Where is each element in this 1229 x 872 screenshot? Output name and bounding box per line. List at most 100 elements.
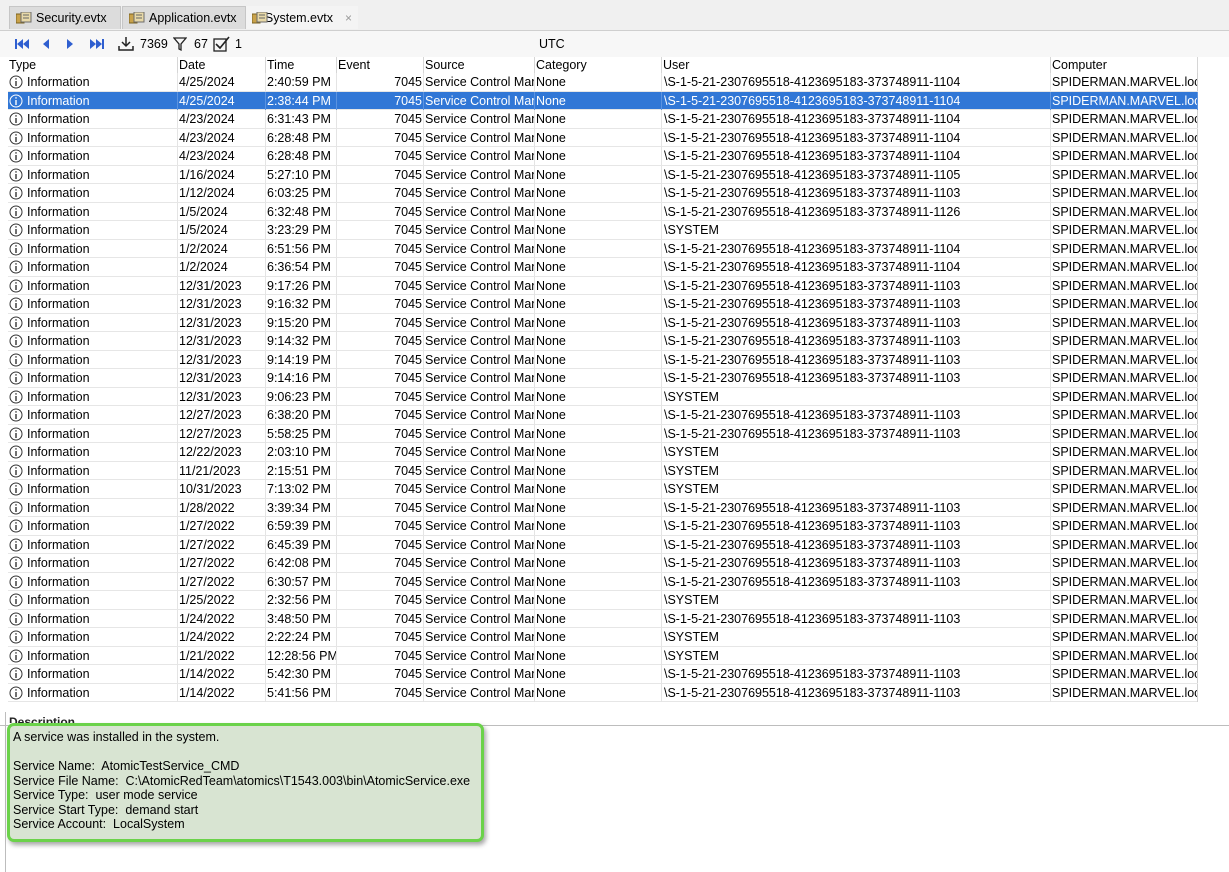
table-row[interactable]: Information 12/31/2023 9:14:19 PM 7045 Servi… (8, 350, 1198, 369)
table-row[interactable]: Information 1/5/2024 6:32:48 PM 7045 Service… (8, 202, 1198, 221)
cell-category: None (535, 461, 662, 480)
table-row[interactable]: Information 4/25/2024 2:38:44 PM 7045 Servic… (8, 91, 1198, 110)
table-row[interactable]: Information 4/23/2024 6:28:48 PM 7045 Servic… (8, 128, 1198, 147)
cell-time: 12:28:56 PM (267, 646, 337, 665)
column-header-date[interactable]: Date (178, 57, 266, 73)
table-row[interactable]: Information 1/12/2024 6:03:25 PM 7045 Servic… (8, 184, 1198, 203)
close-tab-icon[interactable]: × (345, 11, 352, 25)
cell-computer: SPIDERMAN.MARVEL.local (1052, 239, 1198, 258)
cell-event: 7045 (337, 165, 424, 184)
table-row[interactable]: Information 4/23/2024 6:31:43 PM 7045 Servic… (8, 110, 1198, 129)
cell-category: None (535, 498, 662, 517)
filter-button[interactable] (173, 35, 187, 53)
cell-date: 1/12/2024 (178, 184, 266, 202)
column-header-user[interactable]: User (662, 57, 1051, 73)
cell-date: 12/31/2023 (178, 313, 266, 332)
last-record-button[interactable] (88, 35, 106, 53)
column-header-time[interactable]: Time (266, 57, 337, 73)
cell-event: 7045 (337, 665, 424, 683)
table-row[interactable]: Information 1/27/2022 6:59:39 PM 7045 Servic… (8, 517, 1198, 536)
table-row[interactable]: Information 4/25/2024 2:40:59 PM 7045 Servic… (8, 73, 1198, 92)
table-row[interactable]: Information 12/31/2023 9:14:32 PM 7045 Servi… (8, 332, 1198, 351)
cell-computer: SPIDERMAN.MARVEL.local (1052, 110, 1198, 128)
table-row[interactable]: Information 12/31/2023 9:06:23 PM 7045 Servi… (8, 387, 1198, 406)
cell-category: None (535, 369, 662, 387)
download-icon (118, 37, 134, 51)
previous-record-button[interactable] (40, 35, 52, 53)
tab-application[interactable]: Application.evtx (122, 6, 246, 29)
description-text: A service was installed in the system. Se… (7, 723, 484, 842)
cell-category: None (535, 554, 662, 572)
event-log-icon (252, 11, 268, 24)
cell-computer: SPIDERMAN.MARVEL.local (1052, 387, 1198, 406)
table-row[interactable]: Information 4/23/2024 6:28:48 PM 7045 Servic… (8, 147, 1198, 166)
table-row[interactable]: Information 1/24/2022 3:48:50 PM 7045 Servic… (8, 609, 1198, 628)
cell-event: 7045 (337, 443, 424, 461)
table-row[interactable]: Information 1/27/2022 6:45:39 PM 7045 Servic… (8, 535, 1198, 554)
cell-category: None (535, 239, 662, 258)
tab-system[interactable]: System.evtx × (246, 6, 358, 29)
cell-date: 1/5/2024 (178, 202, 266, 221)
checked-button[interactable] (213, 35, 231, 53)
table-row[interactable]: Information 1/2/2024 6:51:56 PM 7045 Service… (8, 239, 1198, 258)
tab-bar: Security.evtx Application.evtx System.ev… (0, 0, 1229, 31)
cell-time: 9:15:20 PM (266, 313, 337, 332)
cell-event: 7045 (337, 313, 424, 332)
column-header-computer[interactable]: Computer (1051, 57, 1198, 73)
table-row[interactable]: Information 1/27/2022 6:42:08 PM 7045 Servic… (8, 554, 1198, 573)
table-row[interactable]: Information 12/31/2023 9:16:32 PM 7045 Servi… (8, 295, 1198, 314)
cell-time: 9:17:26 PM (266, 276, 337, 295)
table-row[interactable]: Information 12/22/2023 2:03:10 PM 7045 Servi… (8, 443, 1198, 462)
cell-category: None (535, 609, 662, 628)
description-line: Service Name: AtomicTestService_CMD (13, 759, 240, 773)
column-header-category[interactable]: Category (535, 57, 662, 73)
column-header-event[interactable]: Event (337, 57, 424, 73)
table-row[interactable]: Information 12/27/2023 5:58:25 PM 7045 Servi… (8, 424, 1198, 443)
table-row[interactable]: Information 10/31/2023 7:13:02 PM 7045 Servi… (8, 480, 1198, 499)
cell-type: Information (8, 350, 178, 369)
table-row[interactable]: Information 12/31/2023 9:14:16 PM 7045 Servi… (8, 369, 1198, 388)
cell-source: Service Control Mana (425, 276, 535, 295)
table-row[interactable]: Information 12/31/2023 9:15:20 PM 7045 Servi… (8, 313, 1198, 332)
table-row[interactable]: Information 1/21/2022 12:28:56 PM 7045 Servi… (8, 646, 1198, 665)
table-row[interactable]: Information 1/28/2022 3:39:34 PM 7045 Servic… (8, 498, 1198, 517)
table-row[interactable]: Information 12/31/2023 9:17:26 PM 7045 Servi… (8, 276, 1198, 295)
cell-time: 6:28:48 PM (266, 128, 337, 147)
cell-category: None (535, 147, 662, 165)
cell-computer: SPIDERMAN.MARVEL.local (1052, 609, 1198, 628)
cell-time: 6:28:48 PM (266, 147, 337, 165)
cell-event: 7045 (337, 683, 424, 702)
cell-category: None (535, 313, 662, 332)
table-row[interactable]: Information 1/25/2022 2:32:56 PM 7045 Servic… (8, 591, 1198, 610)
table-row[interactable]: Information 1/5/2024 3:23:29 PM 7045 Service… (8, 221, 1198, 240)
cell-user: \S-1-5-21-2307695518-4123695183-37374891… (662, 128, 1051, 147)
table-row[interactable]: Information 1/14/2022 5:41:56 PM 7045 Servic… (8, 683, 1198, 702)
load-records-button[interactable] (117, 35, 135, 53)
table-row[interactable]: Information 12/27/2023 6:38:20 PM 7045 Servi… (8, 406, 1198, 425)
cell-time: 2:03:10 PM (266, 443, 337, 461)
table-row[interactable]: Information 1/14/2022 5:42:30 PM 7045 Servic… (8, 665, 1198, 684)
cell-time: 3:39:34 PM (266, 498, 337, 517)
cell-source: Service Control Mana (425, 387, 535, 406)
next-record-button[interactable] (64, 35, 76, 53)
cell-type: Information (8, 369, 178, 387)
cell-source: Service Control Mana (425, 313, 535, 332)
cell-user: \S-1-5-21-2307695518-4123695183-37374891… (662, 332, 1051, 350)
column-header-source[interactable]: Source (424, 57, 535, 73)
first-record-button[interactable] (14, 35, 32, 53)
checkbox-icon (213, 36, 230, 52)
cell-event: 7045 (337, 480, 424, 498)
table-row[interactable]: Information 1/16/2024 5:27:10 PM 7045 Servic… (8, 165, 1198, 184)
table-row[interactable]: Information 1/27/2022 6:30:57 PM 7045 Servic… (8, 572, 1198, 591)
table-row[interactable]: Information 1/24/2022 2:22:24 PM 7045 Servic… (8, 628, 1198, 647)
table-row[interactable]: Information 1/2/2024 6:36:54 PM 7045 Service… (8, 258, 1198, 277)
column-header-type[interactable]: Type (8, 57, 178, 73)
tab-security[interactable]: Security.evtx (9, 6, 121, 29)
table-row[interactable]: Information 11/21/2023 2:15:51 PM 7045 Servi… (8, 461, 1198, 480)
cell-source: Service Control Mana (425, 517, 535, 535)
cell-category: None (535, 202, 662, 221)
event-log-icon (129, 12, 145, 24)
cell-type: Information (8, 480, 178, 498)
cell-date: 12/27/2023 (178, 424, 266, 443)
cell-source: Service Control Mana (425, 480, 535, 498)
